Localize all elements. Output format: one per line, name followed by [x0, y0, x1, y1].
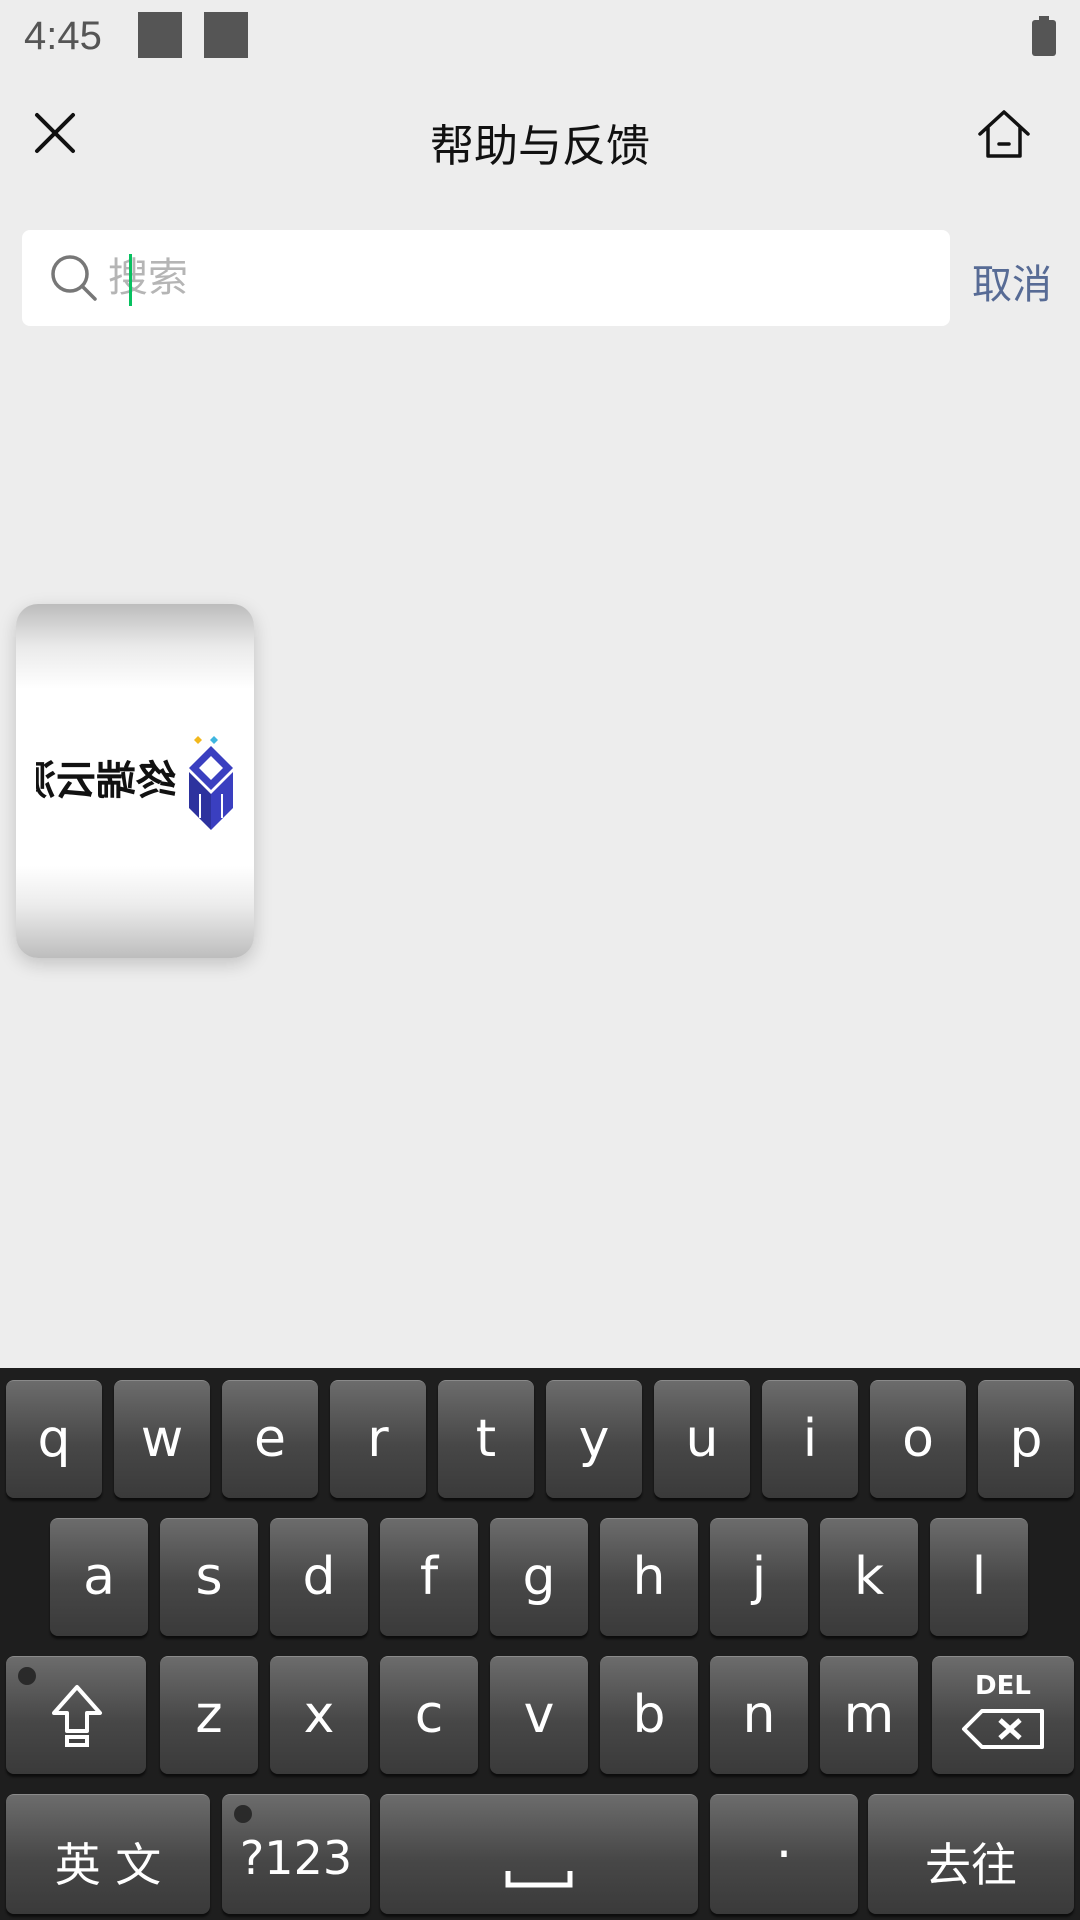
space-icon — [505, 1871, 573, 1888]
page-title: 帮助与反馈 — [430, 121, 650, 172]
key-d[interactable]: d — [270, 1518, 368, 1636]
key-indicator-dot — [18, 1667, 36, 1685]
key-s[interactable]: s — [160, 1518, 258, 1636]
key-t[interactable]: t — [438, 1380, 534, 1498]
shift-icon — [52, 1685, 102, 1747]
key-h[interactable]: h — [600, 1518, 698, 1636]
home-icon[interactable] — [972, 102, 1036, 166]
shift-key[interactable] — [6, 1656, 146, 1774]
key-n[interactable]: n — [710, 1656, 808, 1774]
key-v[interactable]: v — [490, 1656, 588, 1774]
key-j[interactable]: j — [710, 1518, 808, 1636]
key-e[interactable]: e — [222, 1380, 318, 1498]
search-input[interactable] — [108, 246, 928, 310]
notification-icon — [138, 12, 182, 58]
space-key[interactable] — [380, 1794, 698, 1914]
language-switch-key[interactable]: 英 文 — [6, 1794, 210, 1914]
backspace-icon — [962, 1709, 1044, 1749]
key-indicator-dot — [234, 1805, 252, 1823]
key-f[interactable]: f — [380, 1518, 478, 1636]
cancel-button[interactable]: 取消 — [972, 252, 1052, 310]
key-u[interactable]: u — [654, 1380, 750, 1498]
key-g[interactable]: g — [490, 1518, 588, 1636]
go-key[interactable]: 去往 — [868, 1794, 1074, 1914]
key-q[interactable]: q — [6, 1380, 102, 1498]
logo-text: 终端云测 — [36, 758, 176, 804]
text-cursor — [129, 254, 132, 306]
delete-key[interactable]: DEL — [932, 1656, 1074, 1774]
key-p[interactable]: p — [978, 1380, 1074, 1498]
symbols-key[interactable]: ?123 — [222, 1794, 370, 1914]
app-logo: 终端云测 — [36, 736, 233, 830]
key-w[interactable]: w — [114, 1380, 210, 1498]
screen: 4:45 帮助与反馈 取消 终端云测 — [0, 0, 1080, 1920]
battery-icon — [1032, 16, 1056, 56]
status-time: 4:45 — [24, 14, 102, 58]
key-y[interactable]: y — [546, 1380, 642, 1498]
floating-app-card[interactable]: 终端云测 — [16, 604, 254, 958]
notification-icon — [204, 12, 248, 58]
key-m[interactable]: m — [820, 1656, 918, 1774]
period-key[interactable]: · — [710, 1794, 858, 1914]
search-bar[interactable] — [22, 230, 950, 326]
header: 帮助与反馈 — [0, 78, 1080, 198]
search-icon — [51, 255, 97, 301]
key-o[interactable]: o — [870, 1380, 966, 1498]
key-z[interactable]: z — [160, 1656, 258, 1774]
key-i[interactable]: i — [762, 1380, 858, 1498]
key-k[interactable]: k — [820, 1518, 918, 1636]
key-a[interactable]: a — [50, 1518, 148, 1636]
soft-keyboard: q w e r t y u i o p a s d f g h j k l z … — [0, 1368, 1080, 1920]
key-c[interactable]: c — [380, 1656, 478, 1774]
key-x[interactable]: x — [270, 1656, 368, 1774]
key-b[interactable]: b — [600, 1656, 698, 1774]
status-bar: 4:45 — [0, 0, 1080, 78]
key-l[interactable]: l — [930, 1518, 1028, 1636]
key-r[interactable]: r — [330, 1380, 426, 1498]
